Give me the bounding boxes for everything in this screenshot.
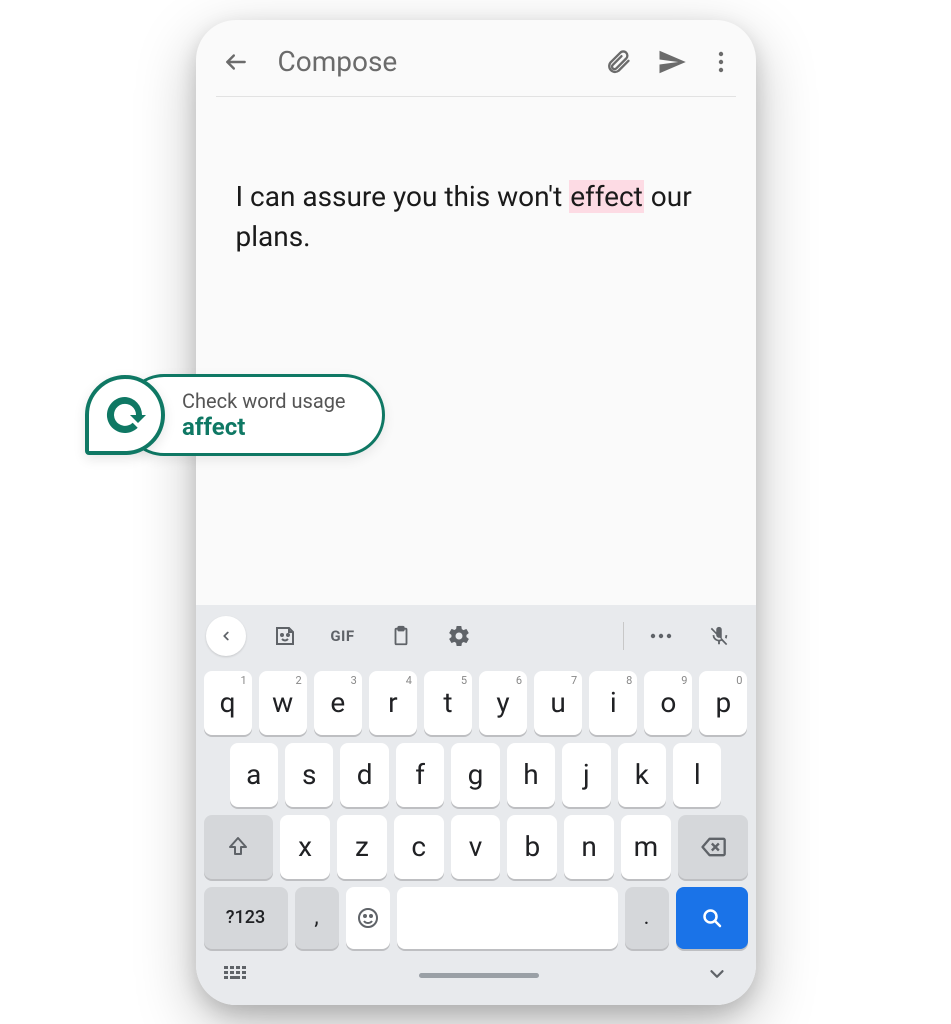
key-w[interactable]: w2 xyxy=(259,671,307,735)
key-e[interactable]: e3 xyxy=(314,671,362,735)
key-v[interactable]: v xyxy=(451,815,501,879)
keyboard-row-2: asdfghjkl xyxy=(196,739,756,811)
nav-bar xyxy=(196,953,756,993)
suggestion-word: affect xyxy=(182,413,346,441)
key-u[interactable]: u7 xyxy=(534,671,582,735)
clipboard-icon[interactable] xyxy=(374,614,428,658)
search-key[interactable] xyxy=(676,887,748,949)
gif-button[interactable]: GIF xyxy=(316,614,370,658)
grammarly-logo-icon xyxy=(85,375,165,455)
key-o[interactable]: o9 xyxy=(644,671,692,735)
keyboard-row-4: ?123 , . xyxy=(196,883,756,953)
message-body[interactable]: I can assure you this won't effect our p… xyxy=(196,97,756,605)
key-j[interactable]: j xyxy=(562,743,610,807)
grammar-suggestion-popup[interactable]: Check word usage affect xyxy=(85,374,385,456)
key-k[interactable]: k xyxy=(618,743,666,807)
mic-off-icon[interactable] xyxy=(692,614,746,658)
mode-key[interactable]: ?123 xyxy=(204,887,288,949)
highlighted-word[interactable]: effect xyxy=(569,180,644,213)
keyboard-switch-icon[interactable] xyxy=(224,966,252,986)
shift-key[interactable] xyxy=(204,815,274,879)
back-button[interactable] xyxy=(216,42,256,82)
key-t[interactable]: t5 xyxy=(424,671,472,735)
key-c[interactable]: c xyxy=(394,815,444,879)
key-r[interactable]: r4 xyxy=(369,671,417,735)
keyboard-row-1: q1w2e3r4t5y6u7i8o9p0 xyxy=(196,667,756,739)
key-h[interactable]: h xyxy=(507,743,555,807)
suggestion-title: Check word usage xyxy=(182,389,346,413)
keyboard: GIF q1w2e3r4t5y6u7i8o9p0 asdfghjkl x z xyxy=(196,605,756,1005)
key-d[interactable]: d xyxy=(340,743,388,807)
keyboard-hide-icon[interactable] xyxy=(706,963,728,989)
more-icon[interactable] xyxy=(634,614,688,658)
send-button[interactable] xyxy=(652,42,692,82)
compose-title: Compose xyxy=(270,45,584,78)
comma-key[interactable]: , xyxy=(295,887,339,949)
key-p[interactable]: p0 xyxy=(699,671,747,735)
phone-frame: Compose I can assure you this won't effe… xyxy=(196,20,756,1005)
key-a[interactable]: a xyxy=(230,743,278,807)
key-l[interactable]: l xyxy=(673,743,721,807)
toolbar-divider xyxy=(623,622,624,650)
keyboard-row-3: x z c v b n m xyxy=(196,811,756,883)
message-text-before: I can assure you this won't xyxy=(236,180,570,213)
period-key[interactable]: . xyxy=(625,887,669,949)
more-button[interactable] xyxy=(706,42,736,82)
key-f[interactable]: f xyxy=(396,743,444,807)
key-q[interactable]: q1 xyxy=(204,671,252,735)
spacebar[interactable] xyxy=(397,887,618,949)
keyboard-toolbar: GIF xyxy=(196,605,756,667)
compose-topbar: Compose xyxy=(196,20,756,96)
key-z[interactable]: z xyxy=(337,815,387,879)
toolbar-back-button[interactable] xyxy=(206,616,246,656)
settings-icon[interactable] xyxy=(432,614,486,658)
key-g[interactable]: g xyxy=(451,743,499,807)
sticker-icon[interactable] xyxy=(258,614,312,658)
key-y[interactable]: y6 xyxy=(479,671,527,735)
key-b[interactable]: b xyxy=(507,815,557,879)
key-s[interactable]: s xyxy=(285,743,333,807)
key-m[interactable]: m xyxy=(621,815,671,879)
attach-button[interactable] xyxy=(598,42,638,82)
key-i[interactable]: i8 xyxy=(589,671,637,735)
key-n[interactable]: n xyxy=(564,815,614,879)
emoji-key[interactable] xyxy=(346,887,390,949)
key-x[interactable]: x xyxy=(280,815,330,879)
backspace-key[interactable] xyxy=(678,815,748,879)
nav-home-pill[interactable] xyxy=(419,973,539,978)
